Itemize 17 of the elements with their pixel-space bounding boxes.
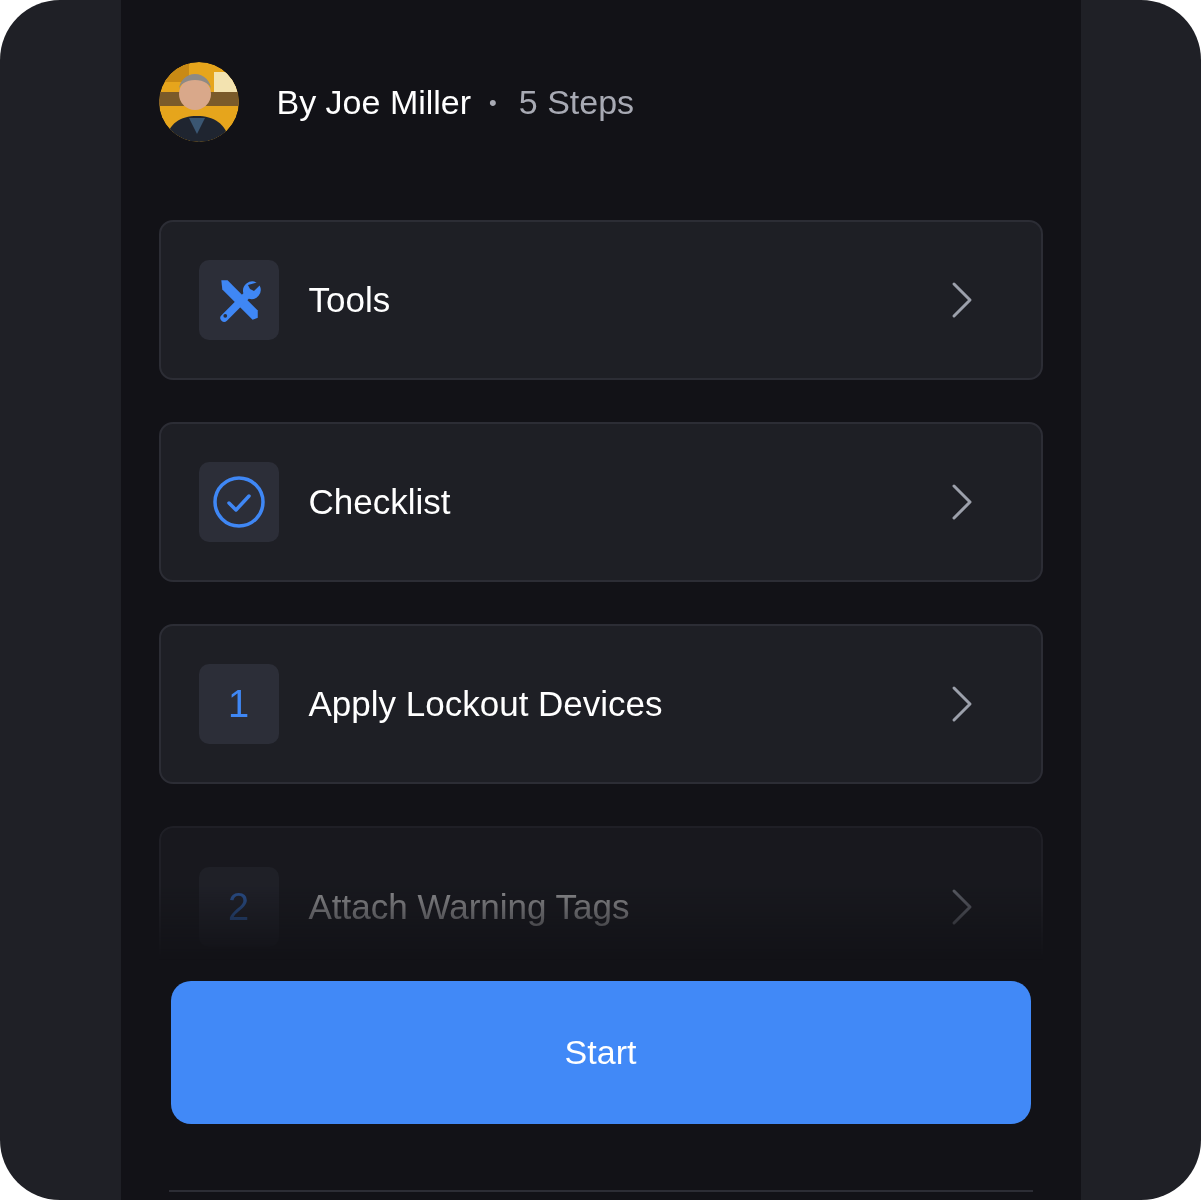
- chevron-right-icon: [950, 685, 973, 723]
- card-title: Tools: [308, 278, 392, 321]
- step-card[interactable]: 1 Apply Lockout Devices: [158, 624, 1043, 784]
- separator-dot: •: [489, 88, 497, 117]
- chevron-right-icon: [950, 483, 973, 521]
- chevron-right-icon: [950, 281, 973, 319]
- card-title: Attach Warning Tags: [308, 885, 631, 928]
- chevron-right-icon: [950, 888, 973, 926]
- card-title: Apply Lockout Devices: [308, 682, 664, 725]
- step-card[interactable]: Checklist: [158, 422, 1043, 582]
- step-count: 5 Steps: [518, 81, 635, 123]
- step-card[interactable]: Tools: [158, 220, 1043, 380]
- check-circle-icon: [211, 475, 266, 529]
- step-number: 2: [227, 888, 250, 926]
- author-name: By Joe Miller: [276, 81, 472, 123]
- step-number: 1: [227, 685, 250, 723]
- card-title: Checklist: [308, 480, 452, 523]
